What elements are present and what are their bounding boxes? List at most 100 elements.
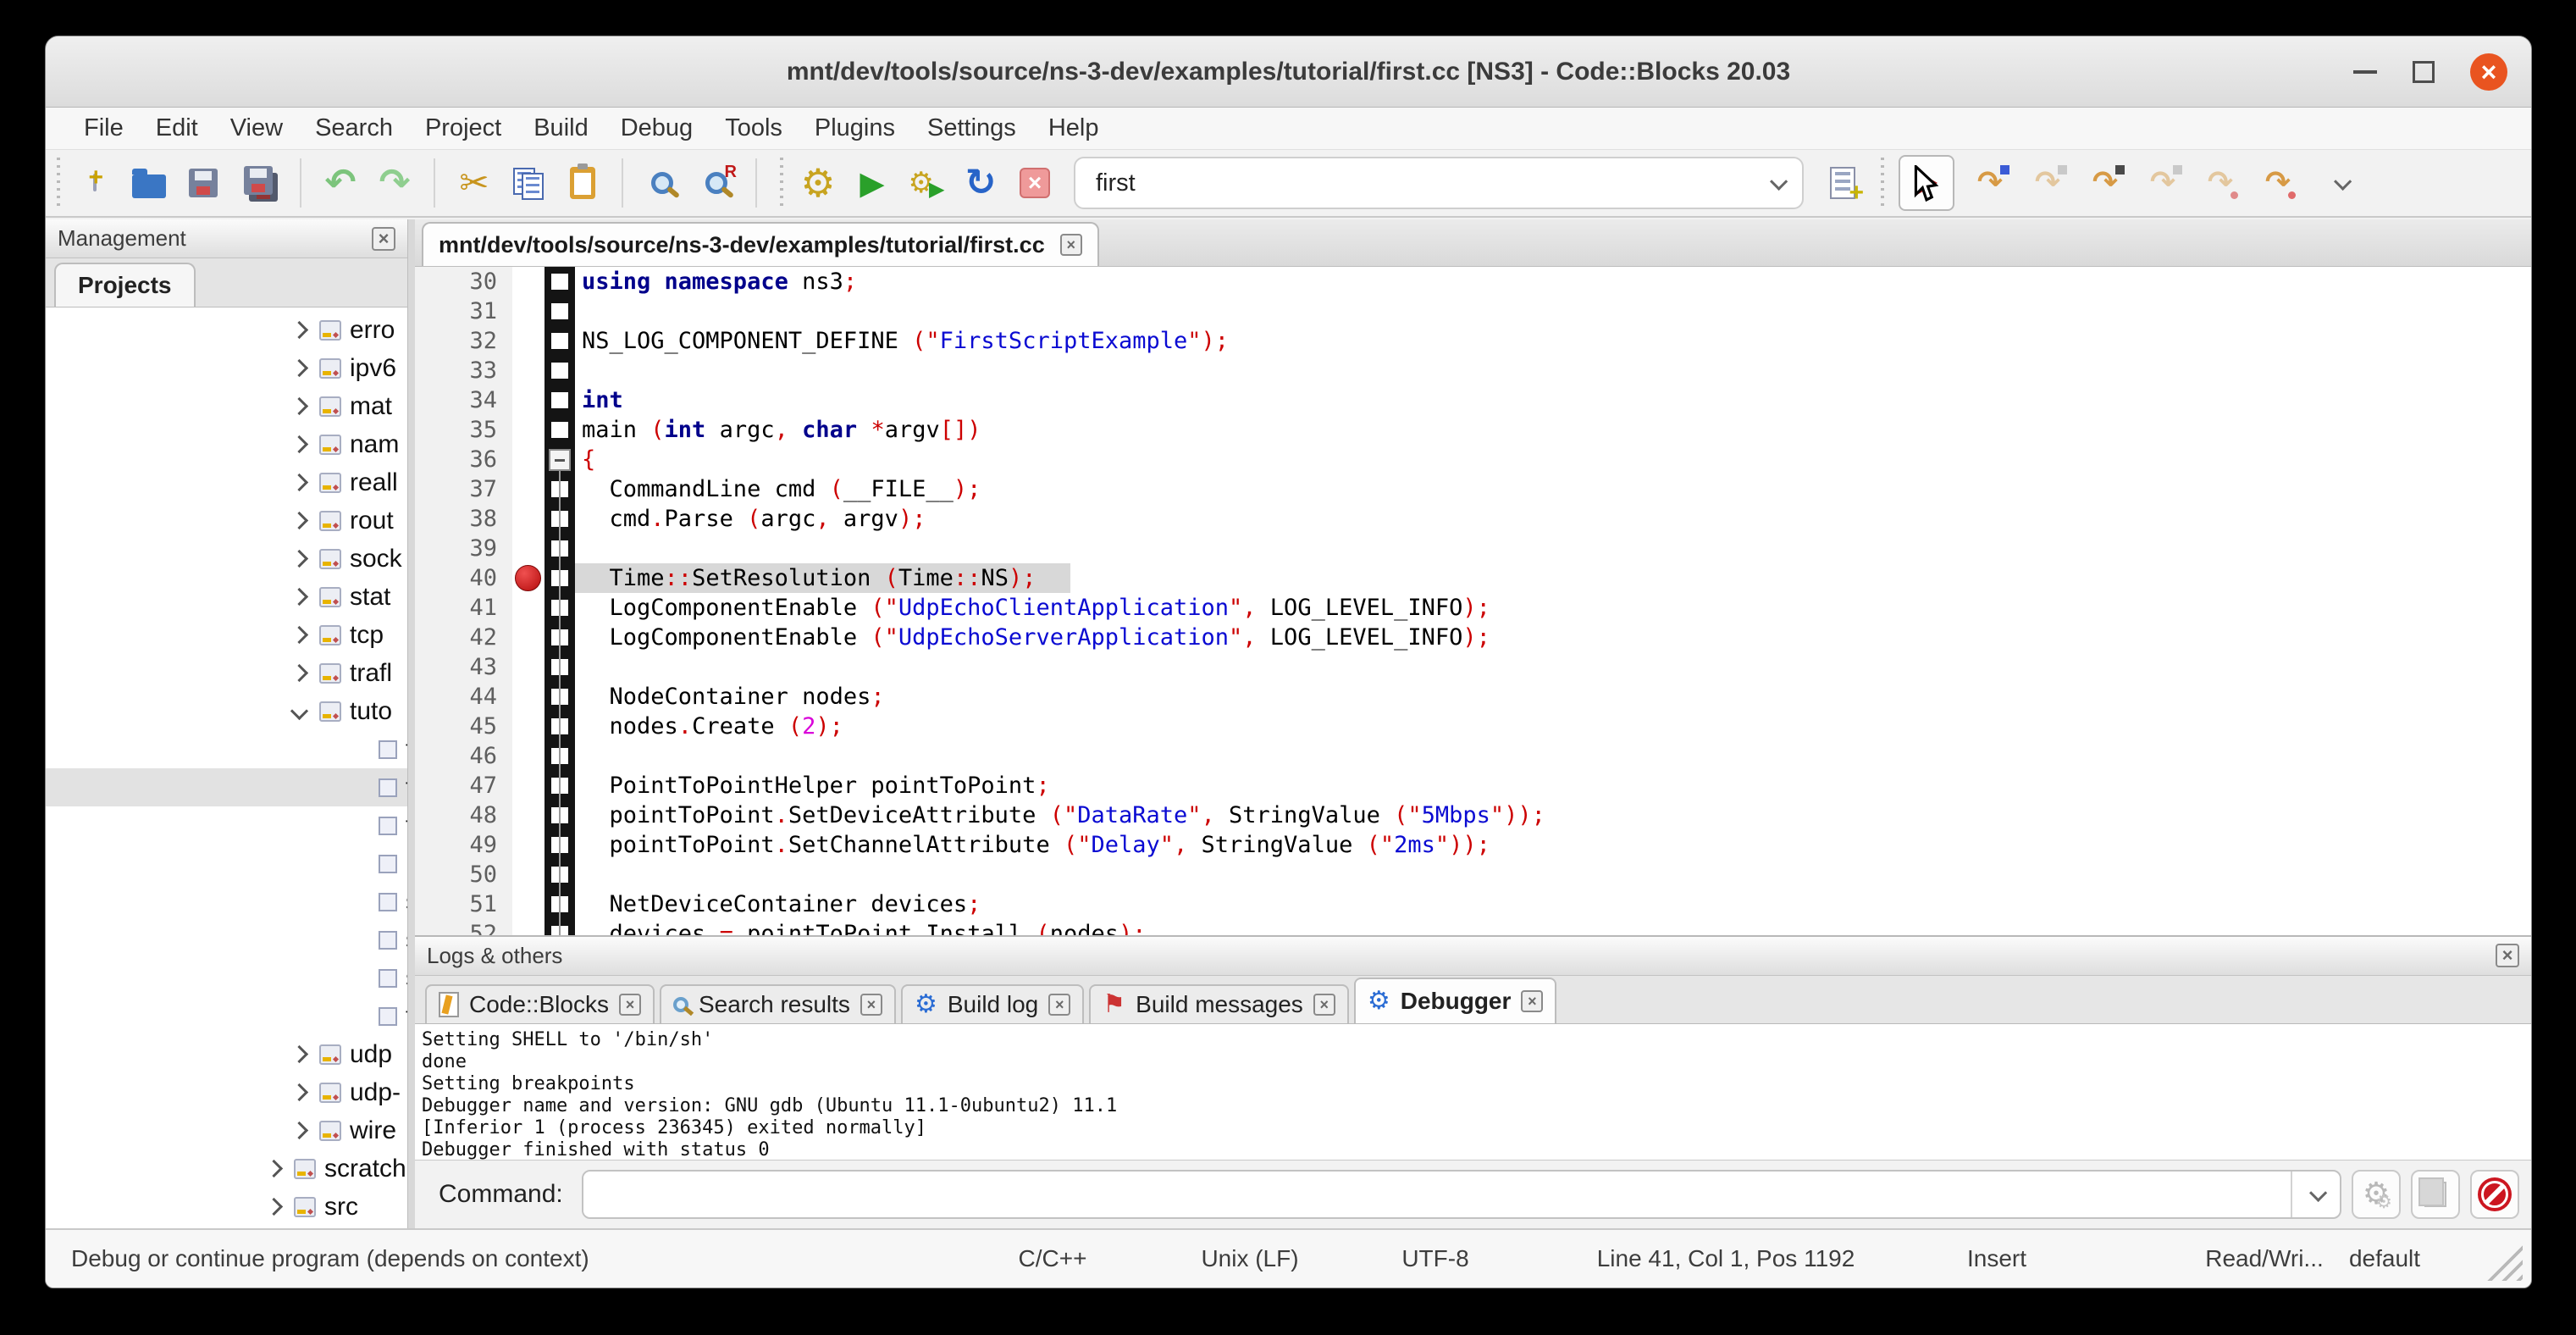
- tab-projects[interactable]: Projects: [54, 263, 196, 307]
- debug-step-into-button[interactable]: ↷: [2084, 162, 2126, 204]
- tree-item-th[interactable]: th: [46, 997, 407, 1035]
- code-line-41[interactable]: LogComponentEnable ("UdpEchoClientApplic…: [575, 593, 2531, 623]
- chevron-collapsed-icon[interactable]: [290, 588, 308, 606]
- code-text-area[interactable]: using namespace ns3;NS_LOG_COMPONENT_DEF…: [575, 267, 2531, 935]
- tree-item-src[interactable]: src: [46, 1188, 407, 1226]
- toolbar-grip[interactable]: [1877, 158, 1888, 208]
- tree-item-ipv6[interactable]: ipv6: [46, 349, 407, 387]
- menu-view[interactable]: View: [214, 114, 299, 142]
- resize-grip[interactable]: [2479, 1237, 2523, 1281]
- build-target-combobox[interactable]: [1074, 157, 1804, 209]
- chevron-collapsed-icon[interactable]: [290, 512, 308, 529]
- debug-step-out-button[interactable]: ↷: [2142, 162, 2184, 204]
- chevron-collapsed-icon[interactable]: [265, 1198, 283, 1216]
- log-tab-debugger[interactable]: ⚙Debugger×: [1354, 978, 1557, 1023]
- close-button[interactable]: ×: [2470, 53, 2507, 91]
- chevron-collapsed-icon[interactable]: [290, 1122, 308, 1139]
- log-tab-close-icon[interactable]: ×: [1048, 994, 1070, 1016]
- tree-item-wire[interactable]: wire: [46, 1111, 407, 1149]
- log-tab-search-results[interactable]: Search results×: [660, 984, 896, 1023]
- tree-item-udp-[interactable]: udp-: [46, 1073, 407, 1111]
- code-line-39[interactable]: [575, 534, 2531, 563]
- fold-collapse-icon[interactable]: [549, 449, 571, 471]
- log-tab-build-log[interactable]: ⚙Build log×: [901, 984, 1084, 1023]
- code-editor[interactable]: 3031323334353637383940414243444546474849…: [415, 267, 2531, 935]
- tree-item-six[interactable]: six: [46, 959, 407, 997]
- replace-button[interactable]: R: [694, 161, 738, 205]
- tree-item-stat[interactable]: stat: [46, 578, 407, 616]
- code-line-50[interactable]: [575, 860, 2531, 889]
- command-input[interactable]: [583, 1172, 2291, 1217]
- paste-button[interactable]: [561, 161, 605, 205]
- debug-tools-button[interactable]: ⚙⚙: [2352, 1170, 2401, 1219]
- tree-item-sock[interactable]: sock: [46, 540, 407, 578]
- code-line-31[interactable]: [575, 296, 2531, 326]
- menu-help[interactable]: Help: [1032, 114, 1115, 142]
- chevron-collapsed-icon[interactable]: [290, 1083, 308, 1101]
- menu-settings[interactable]: Settings: [911, 114, 1032, 142]
- copy-button[interactable]: [506, 161, 550, 205]
- tree-item-fir[interactable]: fir: [46, 768, 407, 806]
- debug-toolbar-expand-button[interactable]: [2319, 161, 2363, 205]
- debug-step-into-instruction-button[interactable]: ↷: [2257, 162, 2299, 204]
- chevron-collapsed-icon[interactable]: [290, 626, 308, 644]
- debug-next-instruction-button[interactable]: ↷: [2199, 162, 2242, 204]
- tree-item-udp[interactable]: udp: [46, 1035, 407, 1073]
- debug-continue-button[interactable]: [1899, 155, 1954, 211]
- breakpoint-margin[interactable]: [512, 267, 544, 935]
- tree-item-rout[interactable]: rout: [46, 501, 407, 540]
- menu-build[interactable]: Build: [517, 114, 605, 142]
- minimize-button[interactable]: [2353, 70, 2377, 74]
- chevron-collapsed-icon[interactable]: [290, 359, 308, 377]
- debug-run-to-cursor-button[interactable]: ↷: [1969, 162, 2011, 204]
- find-button[interactable]: [640, 161, 684, 205]
- code-line-45[interactable]: nodes.Create (2);: [575, 712, 2531, 741]
- title-bar[interactable]: mnt/dev/tools/source/ns-3-dev/examples/t…: [46, 36, 2531, 108]
- abort-button[interactable]: ×: [1013, 161, 1057, 205]
- log-tab-close-icon[interactable]: ×: [619, 994, 641, 1016]
- code-line-47[interactable]: PointToPointHelper pointToPoint;: [575, 771, 2531, 800]
- new-file-button[interactable]: [73, 161, 117, 205]
- chevron-collapsed-icon[interactable]: [290, 550, 308, 568]
- editor-tab-close-icon[interactable]: ×: [1060, 234, 1082, 256]
- code-line-36[interactable]: {: [575, 445, 2531, 474]
- menu-project[interactable]: Project: [409, 114, 517, 142]
- code-line-33[interactable]: [575, 356, 2531, 385]
- chevron-collapsed-icon[interactable]: [290, 664, 308, 682]
- chevron-collapsed-icon[interactable]: [290, 474, 308, 491]
- editor-tab-first-cc[interactable]: mnt/dev/tools/source/ns-3-dev/examples/t…: [422, 222, 1099, 266]
- code-line-42[interactable]: LogComponentEnable ("UdpEchoServerApplic…: [575, 623, 2531, 652]
- open-file-button[interactable]: [127, 161, 171, 205]
- undo-button[interactable]: ↶: [318, 161, 362, 205]
- code-line-37[interactable]: CommandLine cmd (__FILE__);: [575, 474, 2531, 504]
- menu-search[interactable]: Search: [299, 114, 409, 142]
- tree-item-trafl[interactable]: trafl: [46, 654, 407, 692]
- log-tab-close-icon[interactable]: ×: [1313, 994, 1335, 1016]
- code-line-34[interactable]: int: [575, 385, 2531, 415]
- debug-next-line-button[interactable]: ↷: [2026, 162, 2069, 204]
- code-line-48[interactable]: pointToPoint.SetDeviceAttribute ("DataRa…: [575, 800, 2531, 830]
- build-target-input[interactable]: [1094, 169, 1771, 198]
- command-dropdown[interactable]: [2291, 1172, 2340, 1217]
- code-line-40[interactable]: Time::SetResolution (Time::NS);: [575, 563, 2531, 593]
- copy-log-button[interactable]: [2411, 1170, 2460, 1219]
- tree-item-se[interactable]: se: [46, 921, 407, 959]
- save-all-button[interactable]: [235, 161, 283, 205]
- build-and-run-button[interactable]: ⚙▶: [904, 161, 948, 205]
- build-button[interactable]: ⚙: [796, 161, 840, 205]
- chevron-expanded-icon[interactable]: [290, 702, 308, 720]
- debugger-output[interactable]: Setting SHELL to '/bin/sh'doneSetting br…: [415, 1024, 2531, 1161]
- tree-item-mat[interactable]: mat: [46, 387, 407, 425]
- save-button[interactable]: [181, 161, 225, 205]
- tree-item-tcp[interactable]: tcp: [46, 616, 407, 654]
- menu-edit[interactable]: Edit: [140, 114, 214, 142]
- stop-debugger-button[interactable]: [2470, 1170, 2519, 1219]
- chevron-collapsed-icon[interactable]: [290, 1045, 308, 1063]
- menu-tools[interactable]: Tools: [709, 114, 799, 142]
- log-tab-close-icon[interactable]: ×: [860, 994, 882, 1016]
- log-tab-close-icon[interactable]: ×: [1521, 990, 1543, 1012]
- manage-targets-button[interactable]: [1821, 161, 1865, 205]
- toolbar-grip[interactable]: [776, 158, 788, 208]
- code-line-30[interactable]: using namespace ns3;: [575, 267, 2531, 296]
- tree-item-tuto[interactable]: tuto: [46, 692, 407, 730]
